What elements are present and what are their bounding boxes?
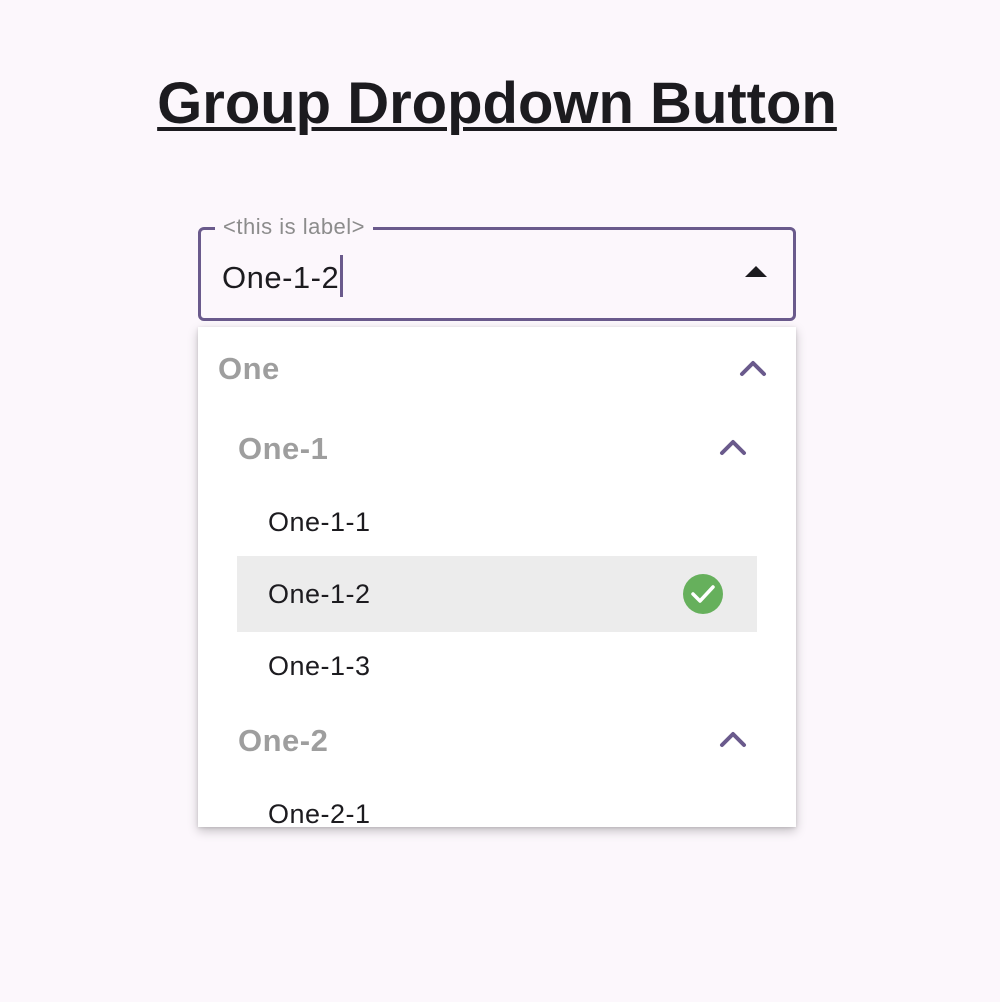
text-caret — [340, 255, 344, 297]
arrow-up-icon[interactable] — [745, 266, 767, 277]
group-header-one[interactable]: One — [218, 349, 280, 389]
option-label: One-1-2 — [268, 579, 371, 609]
check-circle-icon — [683, 574, 723, 614]
field-value-text: One-1-2 — [222, 260, 340, 295]
option-one-1-3[interactable]: One-1-3 — [237, 628, 757, 704]
chevron-up-icon[interactable] — [718, 729, 748, 749]
option-label: One-2-1 — [268, 799, 371, 827]
option-label: One-1-3 — [268, 651, 371, 681]
chevron-up-icon[interactable] — [718, 437, 748, 457]
field-value[interactable]: One-1-2 — [222, 255, 344, 298]
option-one-1-1[interactable]: One-1-1 — [237, 484, 757, 560]
dropdown-menu: One One-1 One-1-1 One-1-2 One-1-3 One-2 … — [198, 327, 796, 827]
group-header-one-2[interactable]: One-2 — [238, 721, 328, 761]
field-label: <this is label> — [215, 214, 374, 240]
group-header-one-1[interactable]: One-1 — [238, 429, 328, 469]
group-dropdown-field[interactable]: <this is label> One-1-2 — [198, 214, 796, 321]
option-label: One-1-1 — [268, 507, 371, 537]
chevron-up-icon[interactable] — [738, 358, 768, 378]
option-one-2-1[interactable]: One-2-1 — [237, 776, 757, 827]
page-title: Group Dropdown Button — [157, 71, 837, 136]
option-one-1-2[interactable]: One-1-2 — [237, 556, 757, 632]
